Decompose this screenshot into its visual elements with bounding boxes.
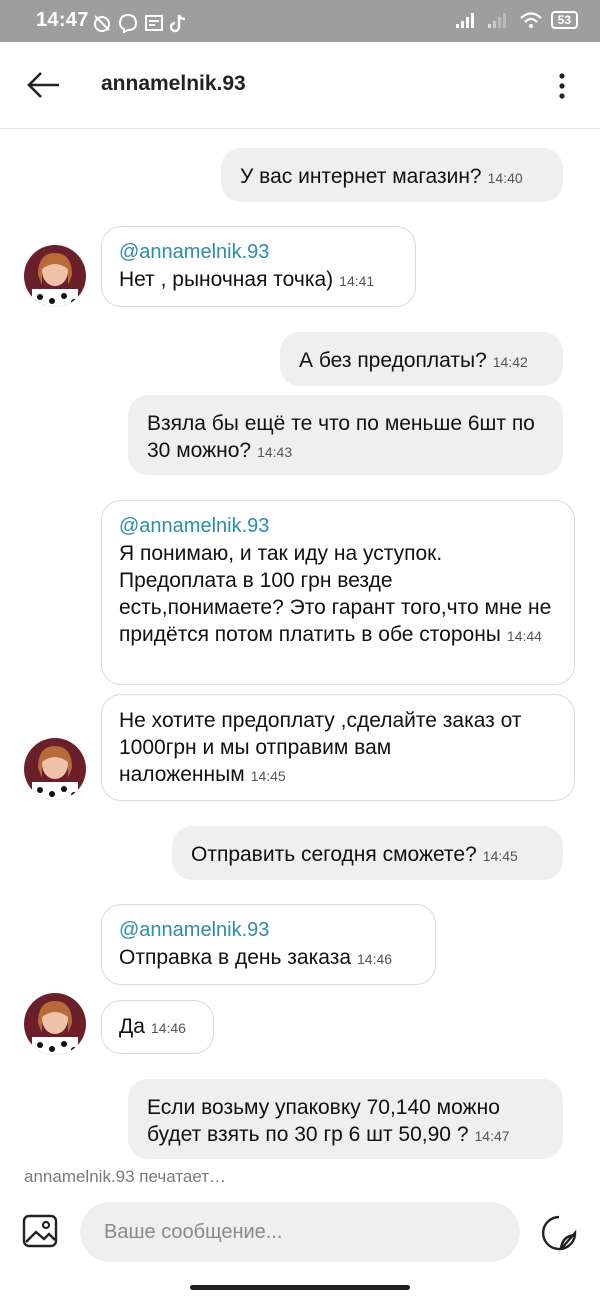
message-outgoing[interactable]: У вас интернет магазин? 14:40	[221, 148, 563, 202]
status-notification-icons	[92, 13, 188, 33]
message-incoming[interactable]: @annamelnik.93 Я понимаю, и так иду на у…	[101, 500, 575, 685]
message-text: У вас интернет магазин?	[240, 165, 482, 188]
message-time: 14:47	[474, 1128, 510, 1144]
message-text: Нет , рыночная точка)	[119, 268, 334, 291]
alarm-off-icon	[94, 15, 110, 32]
avatar-image	[24, 738, 86, 800]
message-outgoing[interactable]: Взяла бы ещё те что по меньше 6шт по 30 …	[128, 395, 563, 475]
message-incoming[interactable]: Не хотите предоплату ,сделайте заказ от …	[101, 694, 575, 801]
news-icon	[145, 15, 163, 31]
message-outgoing[interactable]: Если возьму упаковку 70,140 можно будет …	[128, 1079, 563, 1159]
chat-title[interactable]: annamelnik.93	[101, 72, 246, 96]
message-text: Отправить сегодня сможете?	[191, 843, 477, 866]
status-bar: 14:47 53	[0, 0, 600, 42]
sticker-icon[interactable]	[540, 1214, 578, 1252]
message-time: 14:45	[250, 768, 286, 784]
status-time: 14:47	[36, 9, 89, 31]
more-vertical-icon[interactable]	[550, 70, 574, 102]
message-time: 14:45	[482, 848, 518, 864]
viber-icon	[118, 13, 138, 33]
status-system-icons: 53	[455, 11, 578, 29]
image-icon[interactable]	[22, 1214, 58, 1248]
avatar-image	[24, 245, 86, 307]
message-incoming[interactable]: @annamelnik.93 Нет , рыночная точка) 14:4…	[101, 226, 416, 307]
message-time: 14:44	[506, 628, 542, 644]
message-time: 14:40	[487, 170, 523, 186]
avatar[interactable]	[24, 738, 86, 800]
message-composer: Ваше сообщение...	[0, 1196, 600, 1276]
message-text: Взяла бы ещё те что по меньше 6шт по 30 …	[147, 412, 535, 462]
message-mention[interactable]: @annamelnik.93	[119, 917, 418, 944]
message-text: А без предоплаты?	[299, 349, 487, 372]
avatar[interactable]	[24, 993, 86, 1055]
message-mention[interactable]: @annamelnik.93	[119, 239, 398, 266]
message-time: 14:41	[339, 273, 375, 289]
message-text: Да	[119, 1015, 145, 1038]
message-time: 14:42	[492, 354, 528, 370]
message-incoming[interactable]: Да 14:46	[101, 1000, 214, 1054]
back-arrow-icon[interactable]	[26, 69, 62, 101]
wifi-icon	[519, 12, 542, 28]
signal-icon	[455, 13, 474, 28]
home-indicator[interactable]	[190, 1285, 410, 1290]
message-time: 14:46	[357, 951, 393, 967]
message-text: Я понимаю, и так иду на уступок. Предопл…	[119, 542, 552, 646]
avatar-image	[24, 993, 86, 1055]
message-incoming[interactable]: @annamelnik.93 Отправка в день заказа 14:…	[101, 904, 436, 985]
message-text: Не хотите предоплату ,сделайте заказ от …	[119, 709, 522, 786]
tiktok-icon	[170, 14, 186, 33]
message-outgoing[interactable]: Отправить сегодня сможете? 14:45	[172, 826, 563, 880]
message-time: 14:46	[150, 1020, 186, 1036]
message-text: Отправка в день заказа	[119, 946, 352, 969]
battery-level: 53	[550, 11, 578, 29]
message-text: Если возьму упаковку 70,140 можно будет …	[147, 1096, 500, 1146]
message-mention[interactable]: @annamelnik.93	[119, 513, 557, 540]
message-time: 14:43	[257, 444, 293, 460]
typing-indicator: annamelnik.93 печатает…	[24, 1167, 227, 1186]
signal-weak-icon	[487, 13, 506, 28]
chat-header: annamelnik.93	[0, 42, 600, 129]
message-outgoing[interactable]: А без предоплаты? 14:42	[280, 332, 563, 386]
message-input[interactable]: Ваше сообщение...	[80, 1202, 520, 1262]
avatar[interactable]	[24, 245, 86, 307]
